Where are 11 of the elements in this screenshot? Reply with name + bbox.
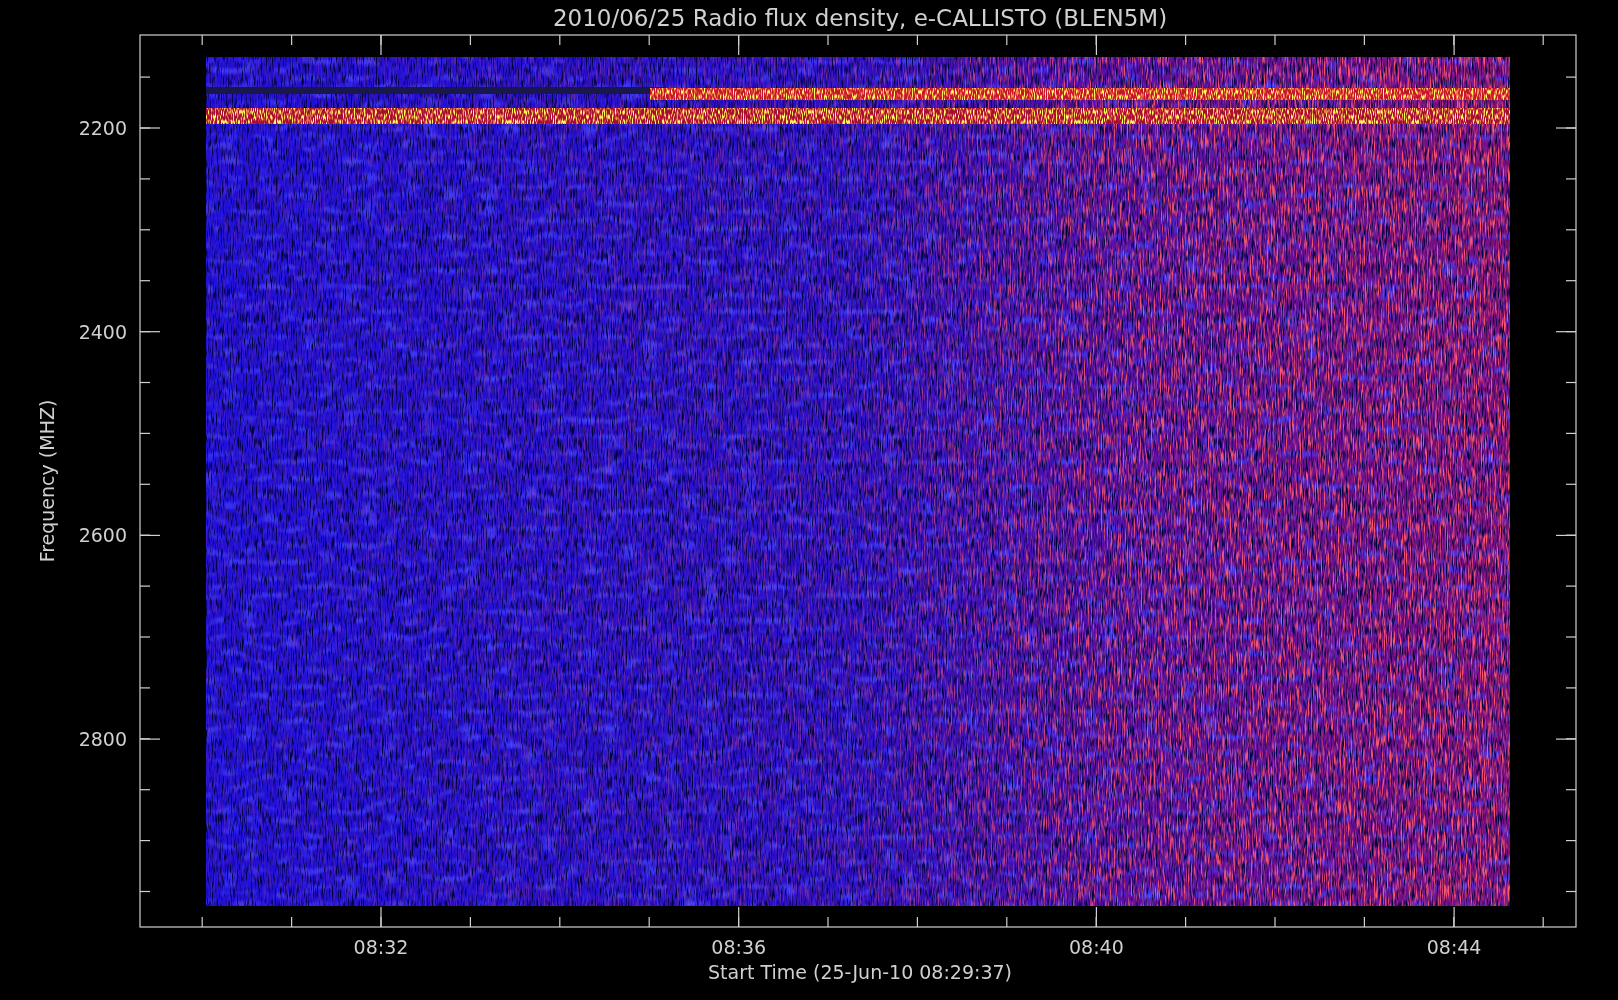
y-axis-label: Frequency (MHZ) — [36, 399, 58, 563]
y-tick-label: 2200 — [78, 117, 127, 139]
x-tick-label: 08:32 — [353, 936, 409, 958]
y-tick-label: 2600 — [78, 524, 127, 547]
x-tick-label: 08:44 — [1426, 936, 1482, 958]
y-tick-label: 2800 — [78, 728, 127, 751]
x-tick-label: 08:36 — [711, 936, 767, 958]
x-axis-label: Start Time (25-Jun-10 08:29:37) — [708, 961, 1012, 983]
plot-title: 2010/06/25 Radio flux density, e-CALLISTO (BLEN5M) — [552, 5, 1168, 31]
x-tick-label: 08:40 — [1069, 936, 1124, 958]
y-tick-label: 2400 — [78, 320, 127, 343]
